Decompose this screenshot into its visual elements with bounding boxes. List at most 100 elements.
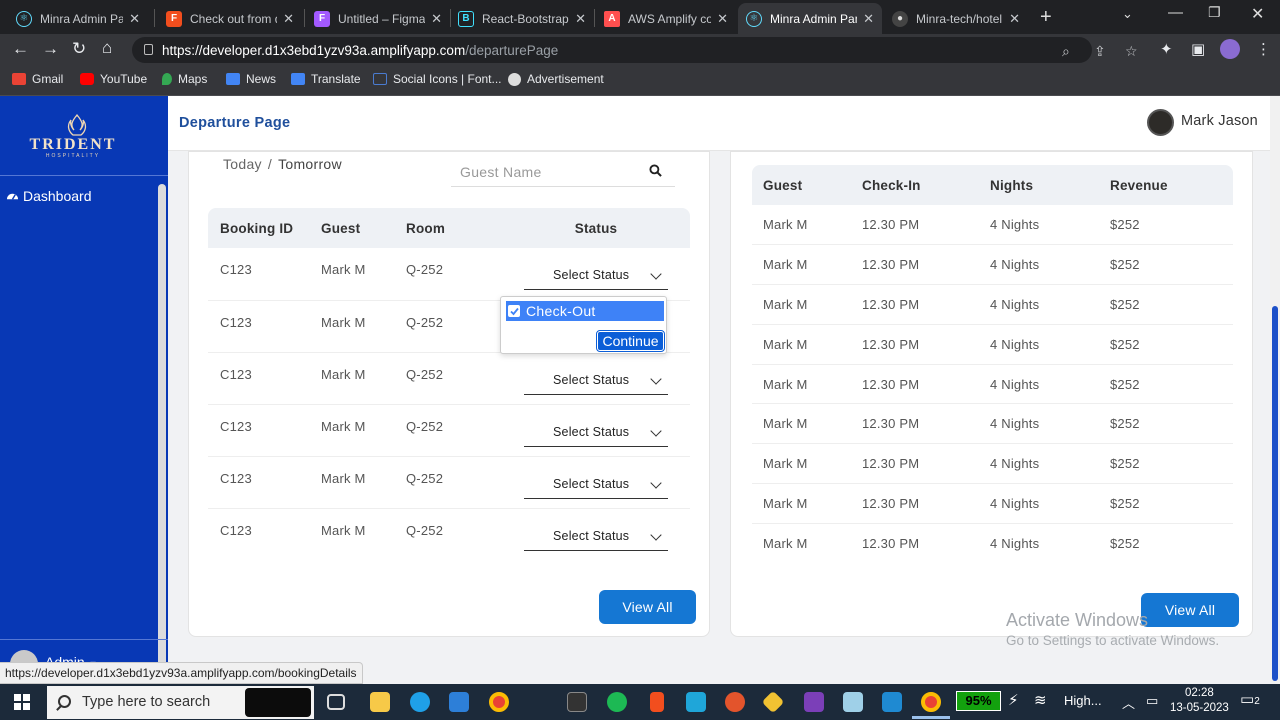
- store-icon[interactable]: [449, 692, 469, 712]
- reload-icon[interactable]: ↻: [72, 39, 86, 59]
- aws-amplify-icon: A: [604, 10, 620, 27]
- close-icon[interactable]: ✕: [863, 11, 874, 27]
- terminal-icon[interactable]: [567, 692, 587, 712]
- bookmark-youtube[interactable]: YouTube: [80, 72, 147, 86]
- browser-tab-active[interactable]: ⚛ Minra Admin Pan ✕: [738, 3, 882, 34]
- tab-title: React-Bootstrap: [482, 11, 569, 26]
- table-row: Mark M 12.30 PM 4 Nights $252: [752, 244, 1233, 286]
- gmail-icon: [12, 73, 26, 85]
- bootstrap-icon: B: [458, 10, 474, 27]
- tab-title: Minra-tech/hotel: [916, 11, 1003, 26]
- task-view-icon[interactable]: [327, 694, 345, 710]
- wifi-icon[interactable]: ≋: [1034, 691, 1047, 709]
- bookmark-advertisement[interactable]: Advertisement: [508, 72, 604, 86]
- close-icon[interactable]: ✕: [283, 11, 294, 27]
- room-cell: Q-252: [406, 404, 502, 457]
- view-all-button[interactable]: View All: [599, 590, 696, 624]
- search-icon[interactable]: [649, 164, 662, 177]
- notification-icon[interactable]: ▭2: [1240, 690, 1260, 708]
- close-icon[interactable]: ✕: [129, 11, 140, 27]
- status-select[interactable]: Select Status: [524, 525, 668, 551]
- revenue-cell: $252: [1110, 284, 1233, 325]
- tab-title: Minra Admin Pan: [770, 11, 858, 26]
- close-icon[interactable]: ✕: [1009, 11, 1020, 27]
- page-scrollbar[interactable]: [1270, 96, 1280, 684]
- forward-arrow-icon[interactable]: →: [42, 39, 59, 59]
- close-icon[interactable]: ✕: [717, 11, 728, 27]
- user-name[interactable]: Mark Jason: [1181, 113, 1258, 129]
- tab-tomorrow[interactable]: Tomorrow: [278, 156, 342, 172]
- figma-icon[interactable]: [650, 692, 664, 712]
- bookmark-news[interactable]: News: [226, 72, 276, 86]
- profile-avatar-icon[interactable]: [1220, 39, 1240, 59]
- watermark-title: Activate Windows: [1006, 610, 1149, 630]
- star-icon[interactable]: ☆: [1125, 43, 1138, 60]
- checkbox-checked-icon[interactable]: [508, 305, 520, 317]
- status-select[interactable]: Select Status: [524, 473, 668, 499]
- check-out-option[interactable]: Check-Out: [506, 301, 664, 321]
- sidebar-item-dashboard[interactable]: Dashboard: [6, 188, 92, 204]
- tab-today[interactable]: Today: [223, 156, 262, 172]
- file-explorer-icon[interactable]: [370, 692, 390, 712]
- sidebar-scrollbar[interactable]: [158, 184, 166, 670]
- taskbar-search[interactable]: Type here to search: [47, 686, 314, 719]
- extensions-puzzle-icon[interactable]: ✦: [1160, 40, 1173, 58]
- url-field[interactable]: https://developer.d1x3ebd1yzv93a.amplify…: [132, 37, 1138, 63]
- guest-cell: Mark M: [763, 536, 808, 552]
- status-select[interactable]: Select Status: [524, 369, 668, 395]
- nights-cell: 4 Nights: [990, 205, 1110, 246]
- close-icon[interactable]: ✕: [431, 11, 442, 27]
- menu-dots-icon[interactable]: ⋮: [1256, 40, 1271, 58]
- browser-tab[interactable]: ⚛ Minra Admin Pan ✕: [8, 3, 148, 34]
- browser-tab[interactable]: F Untitled – Figma ✕: [306, 3, 450, 34]
- windows-start-icon[interactable]: [14, 694, 30, 710]
- revenue-cell: $252: [1110, 403, 1233, 445]
- chrome-icon[interactable]: [489, 692, 509, 712]
- onenote-icon[interactable]: [804, 692, 824, 712]
- bookmark-social-icons[interactable]: Social Icons | Font...: [373, 72, 502, 86]
- vscode-icon[interactable]: [882, 692, 902, 712]
- bookmark-maps[interactable]: Maps: [162, 72, 207, 86]
- network-monitor-icon[interactable]: ▭: [1146, 693, 1158, 709]
- spotify-icon[interactable]: [607, 692, 627, 712]
- user-avatar[interactable]: [1147, 109, 1174, 136]
- guest-name-input[interactable]: [451, 160, 631, 184]
- status-cell: Select Status: [502, 404, 690, 457]
- close-icon[interactable]: ✕: [575, 11, 586, 27]
- notes-icon[interactable]: [843, 692, 863, 712]
- bookmark-gmail[interactable]: Gmail: [12, 72, 63, 86]
- new-tab-plus-icon[interactable]: +: [1040, 6, 1052, 29]
- brand-logo[interactable]: TRIDENT HOSPITALITY: [0, 96, 168, 176]
- share-icon[interactable]: ⇪: [1094, 43, 1106, 60]
- close-window-icon[interactable]: ✕: [1251, 4, 1264, 24]
- bookmark-translate[interactable]: Translate: [291, 72, 361, 86]
- booking-id-cell: C123: [208, 404, 321, 457]
- chevron-up-icon[interactable]: ︿: [1122, 693, 1135, 712]
- back-arrow-icon[interactable]: ←: [12, 39, 29, 59]
- browser-tab[interactable]: F Check out from d ✕: [158, 3, 302, 34]
- prime-video-icon[interactable]: [686, 692, 706, 712]
- news-icon: [226, 73, 240, 85]
- restore-icon[interactable]: ❐: [1208, 4, 1221, 21]
- sidebar: TRIDENT HOSPITALITY Dashboard Admin ▼: [0, 96, 168, 684]
- system-clock[interactable]: 02:28 13-05-2023: [1170, 686, 1229, 716]
- dev-tool-icon[interactable]: [761, 690, 785, 714]
- minimize-icon[interactable]: —: [1168, 4, 1183, 21]
- browser-tab[interactable]: A AWS Amplify con ✕: [596, 3, 736, 34]
- scrollbar-thumb[interactable]: [1272, 306, 1278, 681]
- chevron-down-icon[interactable]: ⌄: [1122, 6, 1133, 22]
- battery-indicator[interactable]: 95%: [956, 691, 1001, 711]
- browser-tab[interactable]: ● Minra-tech/hotel ✕: [884, 3, 1028, 34]
- side-panel-icon[interactable]: ▣: [1191, 40, 1205, 58]
- guest-cell: Mark M: [321, 404, 406, 457]
- continue-button[interactable]: Continue: [596, 330, 665, 352]
- browser-tab[interactable]: B React-Bootstrap ✕: [450, 3, 594, 34]
- status-select[interactable]: Select Status: [524, 264, 668, 290]
- zoom-icon[interactable]: ⌕: [1062, 43, 1070, 60]
- status-select[interactable]: Select Status: [524, 421, 668, 447]
- chrome-active-icon[interactable]: [921, 692, 941, 712]
- app-badge-icon[interactable]: [725, 692, 745, 712]
- edge-icon[interactable]: [410, 692, 430, 712]
- home-icon[interactable]: ⌂: [102, 38, 112, 58]
- network-label[interactable]: High...: [1064, 693, 1102, 708]
